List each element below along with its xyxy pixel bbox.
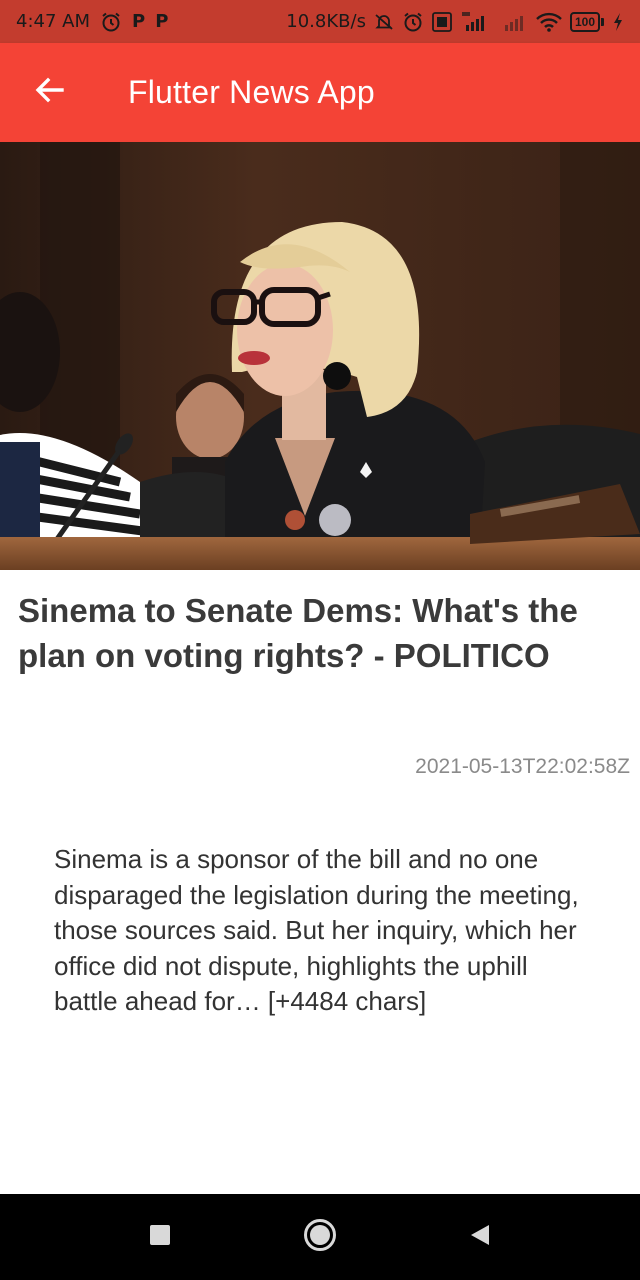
home-button[interactable] [290,1207,350,1267]
battery-level: 100 [569,11,600,32]
arrow-back-icon [34,74,66,111]
wifi-icon [536,12,562,32]
status-bar: 4:47 AM P P 10.8KB/s 100 [0,0,640,43]
nav-back-button[interactable] [450,1207,510,1267]
app-title: Flutter News App [128,74,375,110]
article-content: Sinema is a sponsor of the bill and no o… [54,844,579,1016]
article-image [0,142,640,570]
network-speed: 10.8KB/s [286,11,366,32]
back-button[interactable] [0,43,100,142]
system-nav-bar [0,1194,640,1280]
back-triangle-icon [469,1223,491,1252]
recents-square-icon [149,1224,171,1251]
notification-p-icon-2: P [155,11,169,32]
status-time: 4:47 AM [16,11,90,32]
signal-weak-icon [502,11,528,33]
status-left: 4:47 AM P P [16,11,168,33]
status-right: 10.8KB/s 100 [286,11,624,33]
home-circle-icon [303,1218,337,1257]
app-bar: Flutter News App [0,43,640,142]
mute-bell-icon [374,12,394,32]
recents-button[interactable] [130,1207,190,1267]
alarm-icon [100,11,122,33]
notification-p-icon-1: P [132,11,146,32]
alarm-icon-right [402,11,424,33]
signal-4g-icon [460,11,494,33]
battery-icon: 100 [569,11,604,32]
volte-icon [432,11,452,32]
charging-bolt-icon [612,12,624,32]
battery-tip [601,17,604,26]
article-title: Sinema to Senate Dems: What's the plan o… [18,592,578,674]
published-date: 2021-05-13T22:02:58Z [415,755,630,778]
